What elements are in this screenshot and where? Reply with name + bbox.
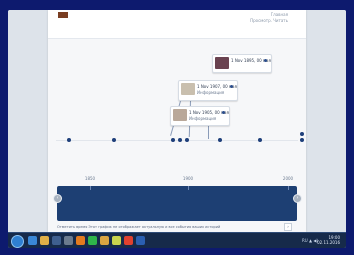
timeline-event-dot[interactable] [171,138,175,142]
clock-date: 02.11.2016 [317,240,340,245]
navigator-tick [188,186,189,190]
timeline-event-dot[interactable] [300,138,304,142]
event-subtitle: Информация [189,116,217,121]
navigator-tick [90,186,91,190]
calculator-icon[interactable] [64,236,73,245]
event-subtitle: Информация [197,90,225,95]
timeline-tick-label: 1900 [182,176,194,181]
event-card[interactable]: 1 Nov 1907, 00 мая Информация [178,80,238,101]
folder-icon[interactable] [100,236,109,245]
event-thumbnail [181,83,195,95]
vlc-icon[interactable] [76,236,85,245]
header-thumbnail[interactable] [58,12,68,18]
header-link-view[interactable]: Просмотр. Читать [250,18,288,23]
event-marker-icon [222,111,225,114]
event-card[interactable]: 1 Nov 1895, 00 мая [212,54,272,73]
navigator-right-handle[interactable]: › [293,194,302,203]
paint-icon[interactable] [112,236,121,245]
navigator-tick [288,186,289,190]
event-card[interactable]: 1 Nov 1905, 00 мая Информация [170,106,230,126]
timeline-navigator[interactable] [57,186,297,221]
ie-icon[interactable] [28,236,37,245]
event-thumbnail [173,109,187,121]
whatsapp-icon[interactable] [88,236,97,245]
timeline-event-dot[interactable] [178,138,182,142]
timeline-tick-label: 2000 [282,176,294,181]
navigator-left-handle[interactable]: ‹ [53,194,62,203]
timeline-event-dot[interactable] [185,138,189,142]
event-marker-icon [264,59,267,62]
system-tray[interactable]: RU ▲ ◀) [302,238,318,243]
windows-taskbar: RU ▲ ◀) 19:00 02.11.2016 [8,232,346,248]
chevron-right-icon[interactable]: › [284,223,292,231]
taskbar-clock[interactable]: 19:00 02.11.2016 [317,235,340,245]
timeline-event-dot[interactable] [258,138,262,142]
timeline-event-dot[interactable] [112,138,116,142]
timeline-event-dot[interactable] [300,132,304,136]
timeline-page: Главная Просмотр. Читать 1 Nov 1895, 00 … [48,10,306,232]
event-marker-icon [230,85,233,88]
chrome-icon[interactable] [124,236,133,245]
timeline-footer-text: Отметить время Этот график не отображает… [57,225,221,229]
page-header: Главная Просмотр. Читать [48,10,306,39]
explorer-icon[interactable] [40,236,49,245]
timeline-event-dot[interactable] [67,138,71,142]
event-thumbnail [215,57,229,69]
timeline-event-dot[interactable] [218,138,222,142]
media-icon[interactable] [52,236,61,245]
start-button[interactable] [11,235,24,248]
timeline-tick-label: 1850 [84,176,96,181]
word-icon[interactable] [136,236,145,245]
screen: Главная Просмотр. Читать 1 Nov 1895, 00 … [8,10,346,248]
header-link-home[interactable]: Главная [271,12,288,17]
